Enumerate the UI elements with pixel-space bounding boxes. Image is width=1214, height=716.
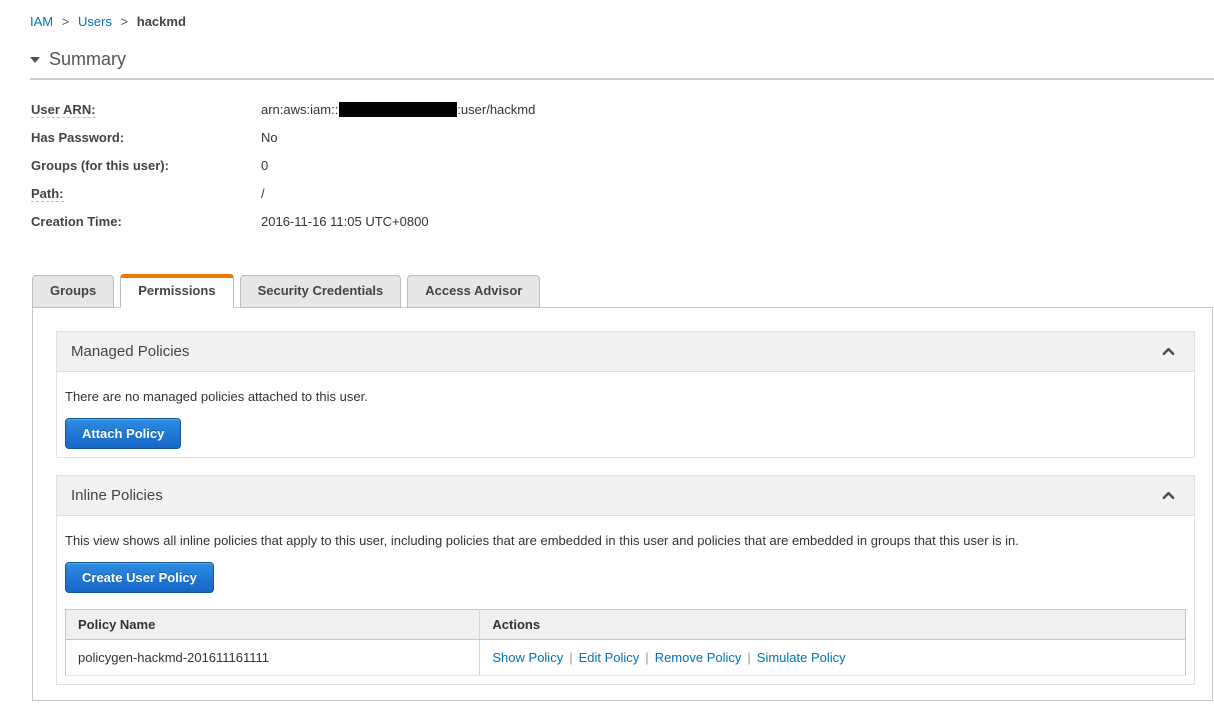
show-policy-link[interactable]: Show Policy	[492, 650, 563, 665]
policy-name-cell: policygen-hackmd-201611161111	[65, 639, 481, 676]
path-value: /	[261, 186, 265, 201]
permissions-tab-panel: Managed Policies There are no managed po…	[32, 307, 1213, 701]
chevron-up-icon[interactable]	[1161, 488, 1176, 503]
inline-policies-body: This view shows all inline policies that…	[57, 516, 1194, 684]
breadcrumb-separator: >	[120, 14, 129, 29]
managed-policies-section: Managed Policies There are no managed po…	[56, 331, 1195, 458]
field-row-has-password: Has Password: No	[31, 124, 1214, 152]
breadcrumb: IAM > Users > hackmd	[30, 14, 1214, 29]
column-header-policy-name: Policy Name	[65, 609, 481, 640]
breadcrumb-link-users[interactable]: Users	[78, 14, 112, 29]
creation-time-value: 2016-11-16 11:05 UTC+0800	[261, 214, 429, 229]
user-arn-label[interactable]: User ARN:	[31, 102, 96, 118]
tab-security-credentials[interactable]: Security Credentials	[239, 275, 402, 308]
arn-suffix: :user/hackmd	[457, 102, 536, 117]
creation-time-label: Creation Time:	[31, 214, 122, 229]
chevron-up-icon[interactable]	[1161, 344, 1176, 359]
groups-label: Groups (for this user):	[31, 158, 169, 173]
summary-title: Summary	[49, 49, 127, 69]
actions-separator: |	[645, 650, 649, 665]
attach-policy-button[interactable]: Attach Policy	[65, 418, 182, 449]
tab-groups[interactable]: Groups	[32, 275, 115, 308]
summary-header: Summary	[30, 49, 1214, 70]
arn-prefix: arn:aws:iam::	[261, 102, 339, 117]
field-label: Path:	[31, 180, 261, 208]
inline-policies-title: Inline Policies	[71, 487, 163, 504]
field-row-user-arn: User ARN: arn:aws:iam:::user/hackmd	[31, 96, 1214, 124]
breadcrumb-separator: >	[61, 14, 70, 29]
policy-actions-cell: Show Policy | Edit Policy | Remove Policy | Si…	[479, 639, 1186, 676]
managed-policies-header[interactable]: Managed Policies	[57, 332, 1194, 372]
table-header-row: Policy Name Actions	[65, 609, 1186, 640]
field-row-path: Path: /	[31, 180, 1214, 208]
actions-separator: |	[569, 650, 573, 665]
summary-divider	[30, 78, 1214, 80]
simulate-policy-link[interactable]: Simulate Policy	[757, 650, 846, 665]
table-row: policygen-hackmd-201611161111 Show Polic…	[65, 639, 1186, 676]
inline-policies-section: Inline Policies This view shows all inli…	[56, 475, 1195, 685]
inline-policies-header[interactable]: Inline Policies	[57, 476, 1194, 516]
summary-fields: User ARN: arn:aws:iam:::user/hackmd Has …	[31, 96, 1214, 236]
tab-access-advisor[interactable]: Access Advisor	[407, 275, 541, 308]
remove-policy-link[interactable]: Remove Policy	[655, 650, 742, 665]
tab-bar: Groups Permissions Security Credentials …	[32, 274, 1214, 308]
managed-policies-empty-message: There are no managed policies attached t…	[65, 389, 368, 404]
create-user-policy-button[interactable]: Create User Policy	[65, 562, 214, 593]
field-label: User ARN:	[31, 96, 261, 124]
field-row-groups: Groups (for this user): 0	[31, 152, 1214, 180]
has-password-value: No	[261, 130, 278, 145]
path-label[interactable]: Path:	[31, 186, 64, 202]
breadcrumb-link-iam[interactable]: IAM	[30, 14, 53, 29]
has-password-label: Has Password:	[31, 130, 125, 145]
user-arn-value: arn:aws:iam:::user/hackmd	[261, 96, 535, 124]
breadcrumb-current-user: hackmd	[136, 14, 186, 29]
actions-separator: |	[747, 650, 751, 665]
managed-policies-body: There are no managed policies attached t…	[57, 372, 1194, 457]
inline-policies-table: Policy Name Actions policygen-hackmd-201…	[65, 609, 1186, 676]
column-header-actions: Actions	[479, 609, 1186, 640]
inline-policies-description: This view shows all inline policies that…	[65, 533, 1019, 548]
field-row-creation-time: Creation Time: 2016-11-16 11:05 UTC+0800	[31, 208, 1214, 236]
collapse-caret-icon[interactable]	[30, 56, 40, 63]
tab-permissions[interactable]: Permissions	[120, 274, 234, 308]
edit-policy-link[interactable]: Edit Policy	[579, 650, 640, 665]
groups-value: 0	[261, 158, 269, 173]
managed-policies-title: Managed Policies	[71, 343, 190, 360]
redacted-account-id	[339, 102, 458, 117]
